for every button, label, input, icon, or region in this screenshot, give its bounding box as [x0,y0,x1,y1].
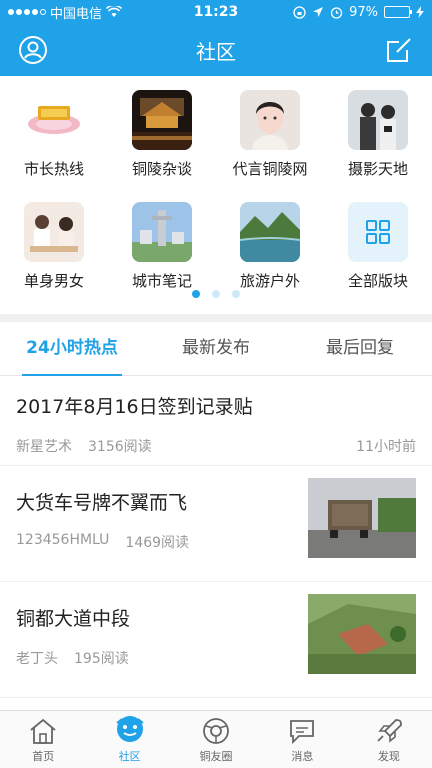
nav-community[interactable]: 社区 [86,711,172,768]
city-notes-thumb [132,202,192,262]
grid-icon [348,202,408,262]
category-grid: 市长热线 铜陵杂谈 代言铜陵网 摄影天地 单身男女 城市笔记 旅游户外 全部版块 [0,76,432,314]
battery-percent: 97% [349,4,378,20]
singles-thumb [24,202,84,262]
page-dot[interactable] [212,290,220,298]
travel-thumb [240,202,300,262]
page-dot[interactable] [232,290,240,298]
mayor-hotline-thumb [24,90,84,150]
page-dot[interactable] [192,290,200,298]
photography-thumb [348,90,408,150]
compose-button[interactable] [384,35,414,65]
tab-last-reply[interactable]: 最后回复 [288,322,432,375]
category-label: 铜陵杂谈 [131,160,192,178]
location-icon [313,7,324,17]
post-reads: 3156阅读 [88,439,152,455]
page-title: 社区 [196,39,236,64]
category-tongling-talk[interactable]: 铜陵杂谈 [108,90,216,202]
post-reads: 195阅读 [74,651,129,667]
friends-circle-icon [203,718,229,744]
tab-latest[interactable]: 最新发布 [144,322,288,375]
page-indicator[interactable] [0,290,432,298]
signal-icon [8,9,46,15]
tab-24h-hot[interactable]: 24小时热点 [0,322,144,376]
nav-discover[interactable]: 发现 [346,711,432,768]
tongling-talk-thumb [132,90,192,150]
category-mayor-hotline[interactable]: 市长热线 [0,90,108,202]
category-label: 城市笔记 [131,272,192,290]
category-label: 单身男女 [23,272,84,290]
spokesperson-thumb [240,90,300,150]
carrier-label: 中国电信 [50,6,103,22]
post-time: 11小时前 [356,439,416,455]
wifi-icon [106,6,123,17]
rotation-lock-icon [293,5,306,19]
category-label: 旅游户外 [239,272,300,290]
post-reads: 1469阅读 [125,535,190,551]
home-icon [30,718,56,744]
post-image-road [308,594,416,674]
nav-friends-circle[interactable]: 铜友圈 [173,711,259,768]
nav-label: 发现 [377,750,400,763]
alarm-icon [330,6,343,19]
person-circle-icon [19,36,47,64]
post-title: 铜都大道中段 [16,608,131,630]
status-bar: 中国电信 97% [0,0,432,24]
category-label: 全部版块 [347,272,408,290]
nav-label: 社区 [118,750,141,763]
category-photography[interactable]: 摄影天地 [324,90,432,202]
post-image-truck [308,478,416,558]
post-title: 大货车号牌不翼而飞 [16,492,188,514]
community-icon [115,716,144,742]
nav-home[interactable]: 首页 [0,711,86,768]
top-header: 中国电信 97% 11:23 社区 [0,0,432,76]
category-label: 代言铜陵网 [232,160,308,178]
list-item[interactable]: 2017年8月16日签到记录贴 新星艺术 3156阅读 11小时前 [0,376,432,466]
category-label: 市长热线 [23,160,84,178]
bottom-tab-bar: 首页 社区 铜友圈 消息 发现 [0,710,432,768]
category-spokesperson[interactable]: 代言铜陵网 [216,90,324,202]
feed-tabs: 24小时热点 最新发布 最后回复 [0,322,432,376]
profile-button[interactable] [18,35,48,65]
nav-messages[interactable]: 消息 [259,711,345,768]
list-item[interactable]: 大货车号牌不翼而飞 123456HMLU 1469阅读 [0,466,432,582]
nav-label: 首页 [32,750,55,763]
post-author: 老丁头 [16,651,58,667]
edit-icon [387,38,411,62]
post-author: 新星艺术 [16,439,72,455]
list-item[interactable]: 铜都大道中段 老丁头 195阅读 [0,582,432,698]
post-list: 2017年8月16日签到记录贴 新星艺术 3156阅读 11小时前 大货车号牌不… [0,376,432,698]
section-divider [0,314,432,322]
rocket-icon [377,719,402,743]
post-author: 123456HMLU [16,532,110,548]
battery-icon [384,6,412,18]
nav-label: 消息 [291,750,314,763]
post-title: 2017年8月16日签到记录贴 [16,396,253,418]
category-label: 摄影天地 [347,160,408,178]
message-icon [290,720,315,745]
charging-icon [416,6,424,18]
nav-label: 铜友圈 [199,750,233,763]
